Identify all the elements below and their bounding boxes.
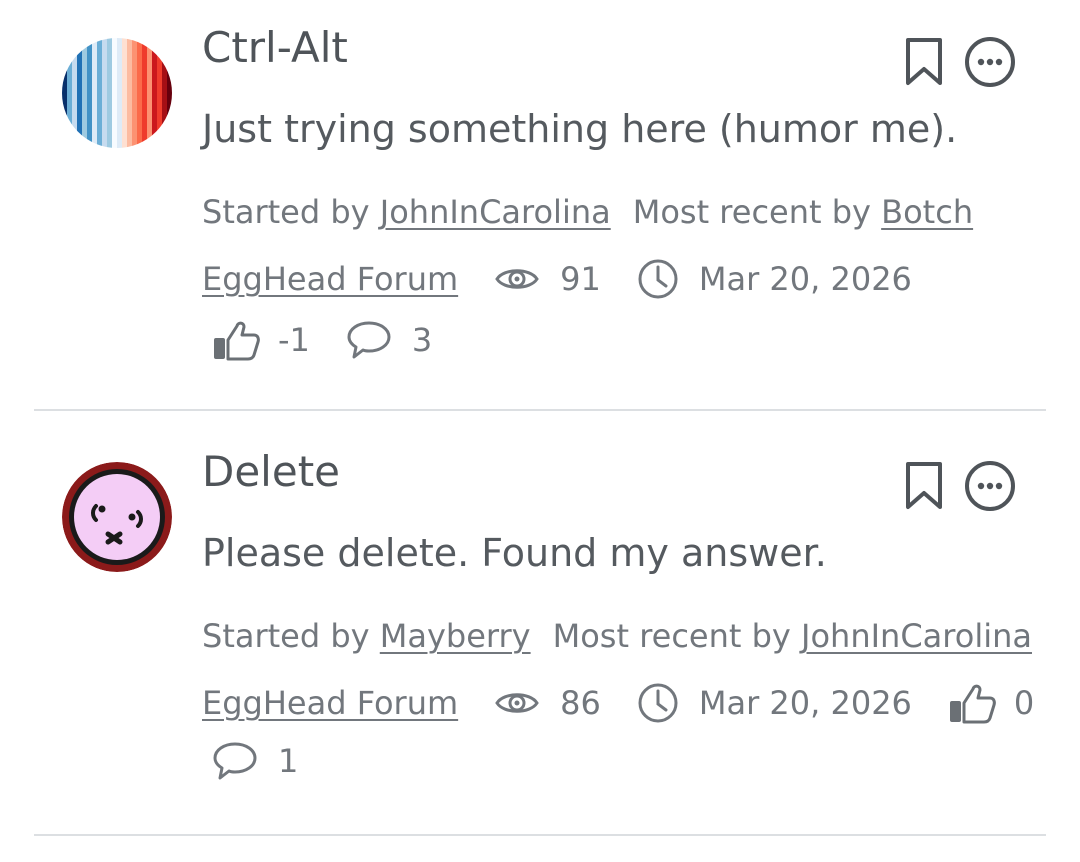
more-options-icon (965, 37, 1015, 87)
started-by-label: Started by (202, 617, 370, 655)
started-by: Started by JohnInCarolina (202, 196, 611, 228)
comment-count: 3 (346, 319, 432, 361)
view-count: 86 (494, 687, 601, 719)
user-avatar[interactable] (62, 462, 172, 572)
started-by: Started by Mayberry (202, 620, 531, 652)
most-recent-user-link[interactable]: Botch (881, 196, 973, 228)
meta-stats: EggHead Forum 86 Mar 20, 2026 0 (202, 681, 1046, 725)
dizzy-face-avatar-icon (62, 462, 172, 572)
discussion-title[interactable]: Delete (202, 451, 340, 493)
discussion-item[interactable]: Ctrl-Alt Just trying something here (hum… (0, 0, 1080, 411)
thumbs-up-icon[interactable] (948, 681, 998, 725)
started-by-label: Started by (202, 193, 370, 231)
comment-count-value: 1 (278, 742, 299, 780)
started-by-user-link[interactable]: JohnInCarolina (380, 196, 611, 228)
category-link[interactable]: EggHead Forum (202, 687, 458, 719)
view-count-value: 86 (560, 684, 601, 722)
discussion-actions (904, 460, 1016, 516)
date-value: Mar 20, 2026 (698, 260, 912, 298)
meta-reactions: -1 3 (202, 318, 1046, 362)
score: -1 (202, 318, 310, 362)
most-recent-by: Most recent by JohnInCarolina (553, 620, 1032, 652)
discussion-actions (904, 36, 1016, 92)
discussion-title[interactable]: Ctrl-Alt (202, 27, 348, 69)
more-options-icon (965, 461, 1015, 511)
speech-bubble-icon (347, 321, 391, 359)
clock-icon (638, 683, 678, 723)
speech-bubble-icon (213, 742, 257, 780)
meta-authors: Started by JohnInCarolina Most recent by… (202, 196, 1046, 228)
comment-count-value: 3 (411, 321, 433, 359)
thumbs-up-icon[interactable] (212, 318, 262, 362)
started-by-user-link[interactable]: Mayberry (380, 620, 531, 652)
last-activity-date: Mar 20, 2026 (637, 682, 912, 724)
more-options-button[interactable] (964, 460, 1016, 516)
view-count-value: 91 (560, 260, 601, 298)
more-options-button[interactable] (964, 36, 1016, 92)
most-recent-user-link[interactable]: JohnInCarolina (801, 620, 1032, 652)
discussion-excerpt: Please delete. Found my answer. (202, 531, 827, 575)
discussion-item[interactable]: Delete Please delete. Found my answer. S… (0, 411, 1080, 836)
bookmark-button[interactable] (904, 37, 944, 91)
view-count: 91 (494, 263, 601, 295)
bookmark-icon (906, 462, 942, 509)
most-recent-label: Most recent by (632, 193, 871, 231)
user-avatar[interactable] (62, 38, 172, 148)
date-value: Mar 20, 2026 (698, 684, 912, 722)
clock-icon (638, 259, 678, 299)
discussion-excerpt: Just trying something here (humor me). (202, 107, 958, 151)
last-activity-date: Mar 20, 2026 (637, 258, 912, 300)
score: 0 (948, 681, 1034, 725)
most-recent-label: Most recent by (552, 617, 791, 655)
comment-count: 1 (212, 740, 298, 782)
score-value: 0 (1013, 684, 1035, 722)
most-recent-by: Most recent by Botch (633, 196, 973, 228)
meta-authors: Started by Mayberry Most recent by JohnI… (202, 620, 1046, 652)
category-link[interactable]: EggHead Forum (202, 263, 458, 295)
meta-reactions: 1 (202, 740, 1046, 782)
bookmark-icon (906, 38, 942, 85)
meta-stats: EggHead Forum 91 Mar 20, 2026 (202, 258, 1046, 300)
eye-icon (495, 269, 539, 289)
bookmark-button[interactable] (904, 461, 944, 515)
item-divider (34, 834, 1046, 836)
warming-stripes-avatar-icon (62, 38, 172, 148)
eye-icon (495, 693, 539, 713)
score-value: -1 (278, 321, 310, 359)
